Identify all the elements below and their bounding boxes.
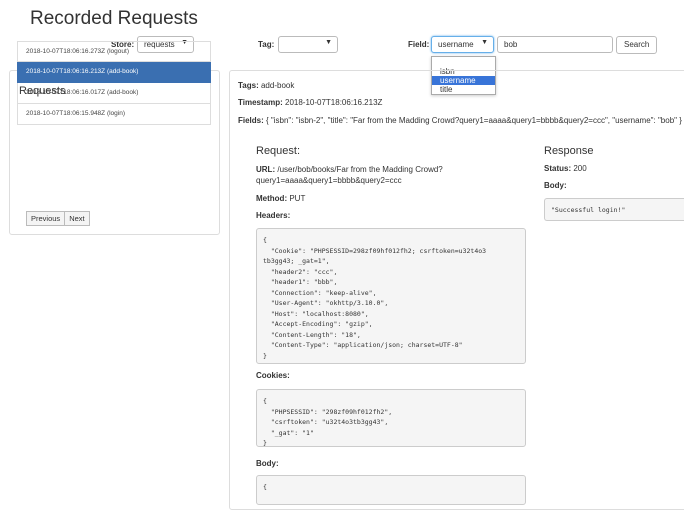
tag-label: Tag: (258, 40, 275, 49)
response-body-label-text: Body: (544, 181, 567, 190)
field-select-value: username (438, 40, 474, 49)
field-label: Field: (408, 40, 430, 49)
search-input[interactable]: bob (497, 36, 613, 53)
search-button[interactable]: Search (616, 36, 658, 54)
list-item[interactable]: 2018-10-07T18:06:15.948Z (login) (17, 104, 211, 125)
response-body-json: "Successful login!" (551, 206, 626, 214)
search-input-value: bob (504, 40, 518, 49)
tags-label: Tags: (238, 81, 259, 90)
list-item[interactable]: 2018-10-07T18:06:16.213Z (add-book) (17, 62, 211, 83)
cookies-label: Cookies: (256, 371, 290, 380)
requests-list: 2018-10-07T18:06:16.273Z (logout) 2018-1… (17, 41, 211, 125)
fields-value: { "isbn": "isbn-2", "title": "Far from t… (266, 116, 682, 125)
cookies-json: { "PHPSESSID": "298zf09hf012fh2", "csrft… (263, 397, 393, 447)
fields-label: Fields: (238, 116, 264, 125)
fields-row: Fields: { "isbn": "isbn-2", "title": "Fa… (238, 116, 684, 125)
timestamp-row: Timestamp: 2018-10-07T18:06:16.213Z (238, 98, 382, 107)
timestamp-label: Timestamp: (238, 98, 283, 107)
url-label: URL: (256, 165, 276, 174)
next-button[interactable]: Next (64, 211, 90, 226)
list-item[interactable]: 2018-10-07T18:06:16.273Z (logout) (17, 41, 211, 62)
tags-value: add-book (260, 81, 295, 90)
previous-button[interactable]: Previous (26, 211, 66, 226)
url-value-line2: query1=aaaa&query1=bbbb&query2=ccc (256, 176, 402, 185)
page-title: Recorded Requests (30, 8, 198, 29)
headers-label: Headers: (256, 211, 290, 220)
headers-json: { "Cookie": "PHPSESSID=298zf09hf012fh2; … (263, 236, 487, 360)
response-body-code-block: "Successful login!" (544, 198, 684, 221)
chevron-down-icon: ▼ (481, 39, 488, 46)
request-body-json: { (263, 483, 267, 491)
tags-row: Tags: add-book (238, 81, 294, 90)
tag-select[interactable]: ▼ (278, 36, 338, 53)
cookies-code-block: { "PHPSESSID": "298zf09hf012fh2", "csrft… (256, 389, 526, 447)
request-title: Request: (256, 145, 301, 157)
pagination: Previous Next (26, 211, 90, 226)
status-label: Status: (544, 164, 572, 173)
status-row: Status: 200 (544, 164, 587, 173)
url-row: URL: /user/bob/books/Far from the Maddin… (256, 164, 443, 186)
timestamp-value: 2018-10-07T18:06:16.213Z (285, 98, 383, 107)
cookies-label-text: Cookies: (256, 371, 290, 380)
chevron-down-icon: ▼ (325, 39, 332, 46)
request-body-code-block: { (256, 475, 526, 505)
body-label: Body: (256, 459, 279, 468)
method-row: Method: PUT (256, 194, 305, 203)
method-label: Method: (256, 194, 288, 203)
response-body-label: Body: (544, 181, 567, 190)
url-value-line1: /user/bob/books/Far from the Madding Cro… (277, 165, 443, 174)
list-item[interactable]: 2018-10-07T18:06:16.017Z (add-book) (17, 83, 211, 104)
method-value: PUT (289, 194, 306, 203)
field-select[interactable]: username ▼ (431, 36, 494, 53)
headers-code-block: { "Cookie": "PHPSESSID=298zf09hf012fh2; … (256, 228, 526, 364)
headers-label-text: Headers: (256, 211, 291, 220)
body-label-text: Body: (256, 459, 279, 468)
status-value: 200 (573, 164, 587, 173)
response-title: Response (544, 145, 594, 157)
